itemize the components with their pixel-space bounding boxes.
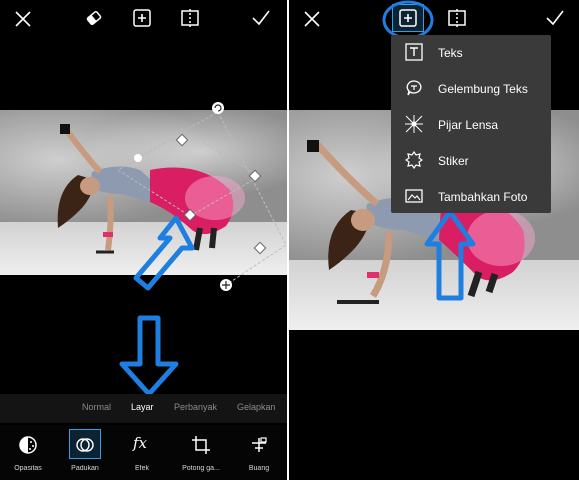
blend-mode-gelapkan[interactable]: Gelapkan [237, 402, 276, 412]
annotation-arrow-up [424, 209, 476, 301]
tool-opasitas[interactable]: Opasitas [0, 425, 56, 480]
check-icon[interactable] [545, 9, 565, 27]
tool-potong[interactable]: Potong ga... [173, 425, 229, 480]
annotation-arrow-down [119, 315, 179, 397]
text-icon [405, 43, 423, 61]
tool-label: Potong ga... [182, 465, 220, 472]
menu-item-label: Teks [438, 46, 463, 60]
blend-mode-layar[interactable]: Layar [131, 402, 154, 412]
check-icon[interactable] [251, 9, 271, 27]
menu-item-label: Stiker [438, 154, 469, 168]
tool-label: Efek [134, 465, 149, 472]
annotation-arrow-up [133, 215, 195, 291]
left-editor-panel: Normal Layar Perbanyak Gelapkan Opasitas… [0, 0, 287, 480]
tool-efek[interactable]: fx Efek [114, 425, 170, 480]
menu-item-stiker[interactable]: Stiker [391, 143, 551, 179]
bottom-tool-bar: Opasitas Padukan fx Efek Potong ga... Bu… [0, 425, 287, 480]
opacity-icon [19, 436, 37, 454]
effects-icon: fx [133, 434, 148, 452]
blend-mode-bar: Normal Layar Perbanyak Gelapkan [0, 394, 287, 423]
add-photo-icon [405, 189, 423, 203]
sticker-icon [405, 151, 423, 169]
tool-padukan[interactable]: Padukan [57, 425, 113, 480]
blend-icon [76, 438, 94, 452]
add-icon[interactable] [132, 8, 152, 28]
tool-label: Opasitas [14, 465, 42, 472]
menu-item-label: Tambahkan Foto [438, 190, 528, 204]
menu-item-label: Pijar Lensa [438, 118, 499, 132]
compare-icon[interactable] [447, 8, 467, 28]
menu-item-gelembung-teks[interactable]: Gelembung Teks [391, 71, 551, 107]
blend-mode-perbanyak[interactable]: Perbanyak [174, 402, 217, 412]
right-editor-panel: Teks Gelembung Teks Pijar Lensa Stiker T… [289, 0, 579, 480]
lens-flare-icon [405, 115, 423, 133]
add-menu-dropdown: Teks Gelembung Teks Pijar Lensa Stiker T… [391, 35, 551, 213]
close-icon[interactable] [14, 10, 32, 28]
menu-item-label: Gelembung Teks [438, 82, 528, 96]
menu-item-teks[interactable]: Teks [391, 35, 551, 71]
close-icon[interactable] [303, 10, 321, 28]
eraser-tool-icon [252, 437, 267, 452]
speech-bubble-icon [406, 80, 422, 96]
crop-icon [192, 436, 210, 454]
menu-item-pijar-lensa[interactable]: Pijar Lensa [391, 107, 551, 143]
menu-item-tambahkan-foto[interactable]: Tambahkan Foto [391, 179, 551, 215]
tool-label: Padukan [71, 465, 99, 472]
tool-label: Buang [248, 465, 270, 472]
eraser-icon[interactable] [84, 8, 104, 28]
tool-buang[interactable]: Buang [231, 425, 287, 480]
compare-icon[interactable] [180, 8, 200, 28]
blend-mode-normal[interactable]: Normal [82, 402, 111, 412]
